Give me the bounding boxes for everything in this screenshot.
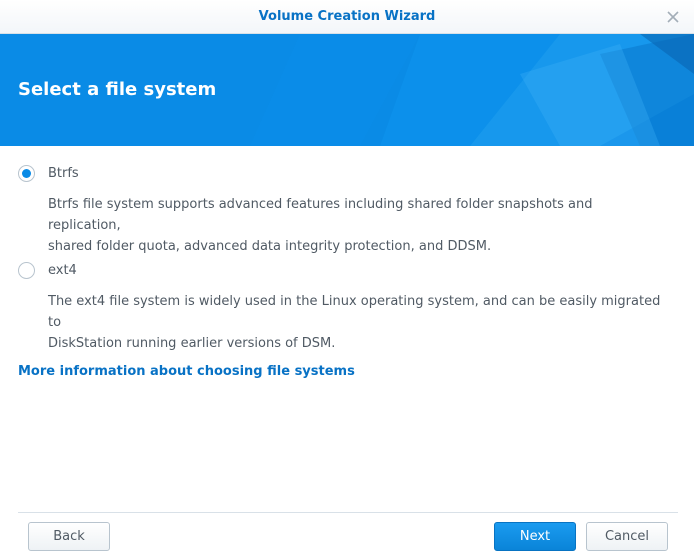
page-title: Select a file system (18, 79, 217, 100)
volume-creation-wizard-window: Volume Creation Wizard Select a file sys… (0, 0, 694, 557)
header-banner: Select a file system (0, 34, 694, 146)
title-bar[interactable]: Volume Creation Wizard (0, 0, 694, 34)
ext4-description-line-2: DiskStation running earlier versions of … (48, 336, 336, 351)
ext4-description-line-1: The ext4 file system is widely used in t… (48, 294, 661, 330)
btrfs-description-line-2: shared folder quota, advanced data integ… (48, 239, 492, 254)
footer-divider (18, 512, 678, 513)
close-icon (667, 11, 679, 23)
btrfs-description-line-1: Btrfs file system supports advanced feat… (48, 197, 593, 233)
window-title: Volume Creation Wizard (258, 9, 436, 24)
option-btrfs[interactable]: Btrfs (18, 165, 79, 182)
next-button[interactable]: Next (494, 522, 576, 551)
option-ext4[interactable]: ext4 (18, 262, 77, 279)
close-button[interactable] (662, 6, 684, 28)
ext4-description: The ext4 file system is widely used in t… (48, 291, 668, 354)
cancel-button[interactable]: Cancel (586, 522, 668, 551)
btrfs-description: Btrfs file system supports advanced feat… (48, 194, 668, 257)
back-button[interactable]: Back (28, 522, 110, 551)
option-ext4-label: ext4 (48, 263, 77, 278)
option-btrfs-label: Btrfs (48, 166, 79, 181)
radio-ext4[interactable] (18, 262, 35, 279)
radio-btrfs[interactable] (18, 165, 35, 182)
more-info-link[interactable]: More information about choosing file sys… (18, 364, 355, 379)
